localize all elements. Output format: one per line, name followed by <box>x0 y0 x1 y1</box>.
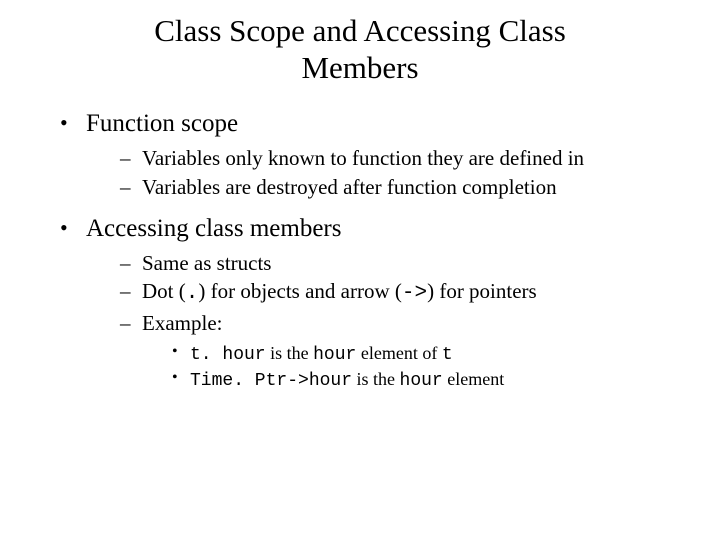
bullet-text: Variables only known to function they ar… <box>142 146 584 170</box>
bullet-text: ) for pointers <box>427 279 537 303</box>
list-item: Function scope Variables only known to f… <box>60 110 680 201</box>
code-text: t <box>442 345 453 365</box>
slide-title: Class Scope and Accessing Class Members <box>40 12 680 86</box>
list-item: Example: t. hour is the hour element of … <box>120 309 680 394</box>
bullet-text: Variables are destroyed after function c… <box>142 175 557 199</box>
bullet-text: element of <box>356 343 441 363</box>
code-text: -> <box>402 282 427 305</box>
bullet-text: Dot ( <box>142 279 186 303</box>
code-text: hour <box>313 345 356 365</box>
list-item: Time. Ptr->hour is the hour element <box>172 367 680 393</box>
bullet-list-level2: Variables only known to function they ar… <box>86 144 680 201</box>
list-item: t. hour is the hour element of t <box>172 341 680 367</box>
bullet-list-level2: Same as structs Dot (.) for objects and … <box>86 249 680 394</box>
bullet-text: is the <box>352 369 400 389</box>
bullet-text: Accessing class members <box>86 215 341 242</box>
code-text: . <box>186 282 199 305</box>
bullet-text: Same as structs <box>142 251 271 275</box>
code-text: Time. Ptr->hour <box>190 371 352 391</box>
list-item: Variables are destroyed after function c… <box>120 173 680 201</box>
bullet-text: ) for objects and arrow ( <box>198 279 402 303</box>
list-item: Variables only known to function they ar… <box>120 144 680 172</box>
bullet-list-level3: t. hour is the hour element of t Time. P… <box>142 341 680 394</box>
bullet-text: element <box>443 369 504 389</box>
list-item: Dot (.) for objects and arrow (->) for p… <box>120 277 680 308</box>
bullet-list-level1: Function scope Variables only known to f… <box>40 110 680 393</box>
code-text: hour <box>400 371 443 391</box>
list-item: Accessing class members Same as structs … <box>60 215 680 394</box>
bullet-text: is the <box>266 343 314 363</box>
code-text: t. hour <box>190 345 266 365</box>
bullet-text: Example: <box>142 311 222 335</box>
list-item: Same as structs <box>120 249 680 277</box>
bullet-text: Function scope <box>86 110 238 137</box>
